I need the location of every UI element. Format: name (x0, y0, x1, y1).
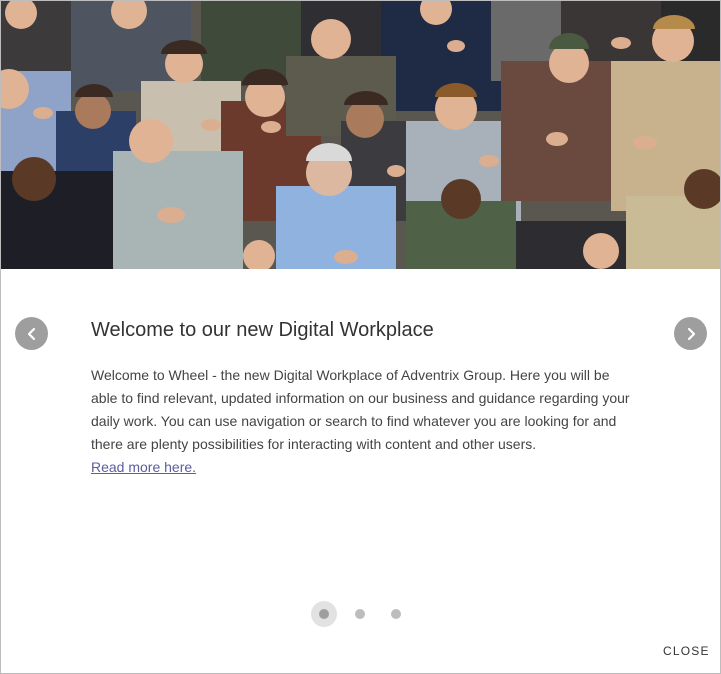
chevron-right-icon (687, 327, 695, 340)
pager-dot-indicator (319, 609, 329, 619)
dialog-body-text: Welcome to Wheel - the new Digital Workp… (91, 367, 630, 452)
hero-image (1, 1, 720, 269)
dialog-title: Welcome to our new Digital Workplace (91, 319, 434, 341)
pager-dot-1[interactable] (311, 601, 337, 627)
pager-dot-2[interactable] (347, 601, 373, 627)
read-more-link[interactable]: Read more here. (91, 459, 196, 475)
crowd-photo (1, 1, 720, 269)
dialog-body: Welcome to Wheel - the new Digital Workp… (91, 364, 631, 479)
close-button[interactable]: CLOSE (663, 644, 710, 658)
previous-slide-button[interactable] (15, 317, 48, 350)
slide-pager (311, 601, 419, 627)
next-slide-button[interactable] (674, 317, 707, 350)
pager-dot-3[interactable] (383, 601, 409, 627)
chevron-left-icon (27, 327, 35, 340)
welcome-dialog: Welcome to our new Digital Workplace Wel… (0, 0, 721, 674)
pager-dot-indicator (355, 609, 365, 619)
pager-dot-indicator (391, 609, 401, 619)
